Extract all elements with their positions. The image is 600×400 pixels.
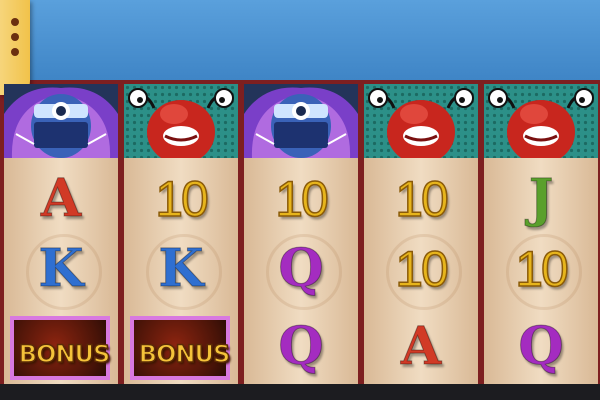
bottom-bar: [0, 384, 600, 400]
reel-1-symbol-3: BONUS: [4, 310, 118, 384]
reel-2-symbol-1: 10: [124, 162, 238, 236]
ten-symbol: 10: [274, 171, 329, 227]
reel-5-top-symbol: [484, 84, 598, 158]
red-mascot-character-icon: [484, 84, 598, 158]
reel-4-symbol-3: A: [364, 310, 478, 384]
reel-2-top-symbol: [124, 84, 238, 158]
reel-4-symbol-1: 10: [364, 162, 478, 236]
reel-3-top-symbol: [244, 84, 358, 158]
queen-symbol: Q: [278, 316, 324, 377]
reel-3-symbol-2: Q: [244, 232, 358, 306]
queen-symbol: Q: [278, 238, 324, 299]
bonus-symbol: BONUS: [10, 316, 111, 380]
cyclops-character-icon: [244, 84, 358, 158]
menu-button[interactable]: [0, 0, 30, 95]
reel-4-symbol-2: 10: [364, 232, 478, 306]
reel-3: 10 Q Q: [244, 84, 358, 384]
reel-4-top-symbol: [364, 84, 478, 158]
ten-symbol: 10: [394, 241, 449, 297]
reel-2-symbol-3: BONUS: [124, 310, 238, 384]
ten-symbol: 10: [514, 241, 569, 297]
bonus-symbol: BONUS: [130, 316, 231, 380]
reel-2: 10 K BONUS: [124, 84, 238, 384]
queen-symbol: Q: [518, 316, 564, 377]
reel-1-symbol-2: K: [4, 232, 118, 306]
menu-dots-icon: [11, 18, 19, 63]
reel-5-symbol-2: 10: [484, 232, 598, 306]
reel-2-symbol-2: K: [124, 232, 238, 306]
reel-5: J 10 Q: [484, 84, 598, 384]
reel-3-symbol-3: Q: [244, 310, 358, 384]
red-mascot-character-icon: [124, 84, 238, 158]
reel-5-symbol-3: Q: [484, 310, 598, 384]
king-symbol: K: [158, 238, 204, 299]
king-symbol: K: [38, 238, 84, 299]
reel-1-top-symbol: [4, 84, 118, 158]
reel-1-symbol-1: A: [4, 162, 118, 236]
reel-4: 10 10 A: [364, 84, 478, 384]
ten-symbol: 10: [154, 171, 209, 227]
red-mascot-character-icon: [364, 84, 478, 158]
ace-symbol: A: [40, 168, 82, 229]
cyclops-character-icon: [4, 84, 118, 158]
sky-background: [0, 0, 600, 80]
jack-symbol: J: [528, 168, 554, 229]
ten-symbol: 10: [394, 171, 449, 227]
bonus-label: BONUS: [138, 339, 231, 369]
bonus-label: BONUS: [18, 339, 111, 369]
ace-symbol: A: [400, 316, 442, 377]
reel-5-symbol-1: J: [484, 162, 598, 236]
reel-3-symbol-1: 10: [244, 162, 358, 236]
reel-1: A K BONUS: [4, 84, 118, 384]
